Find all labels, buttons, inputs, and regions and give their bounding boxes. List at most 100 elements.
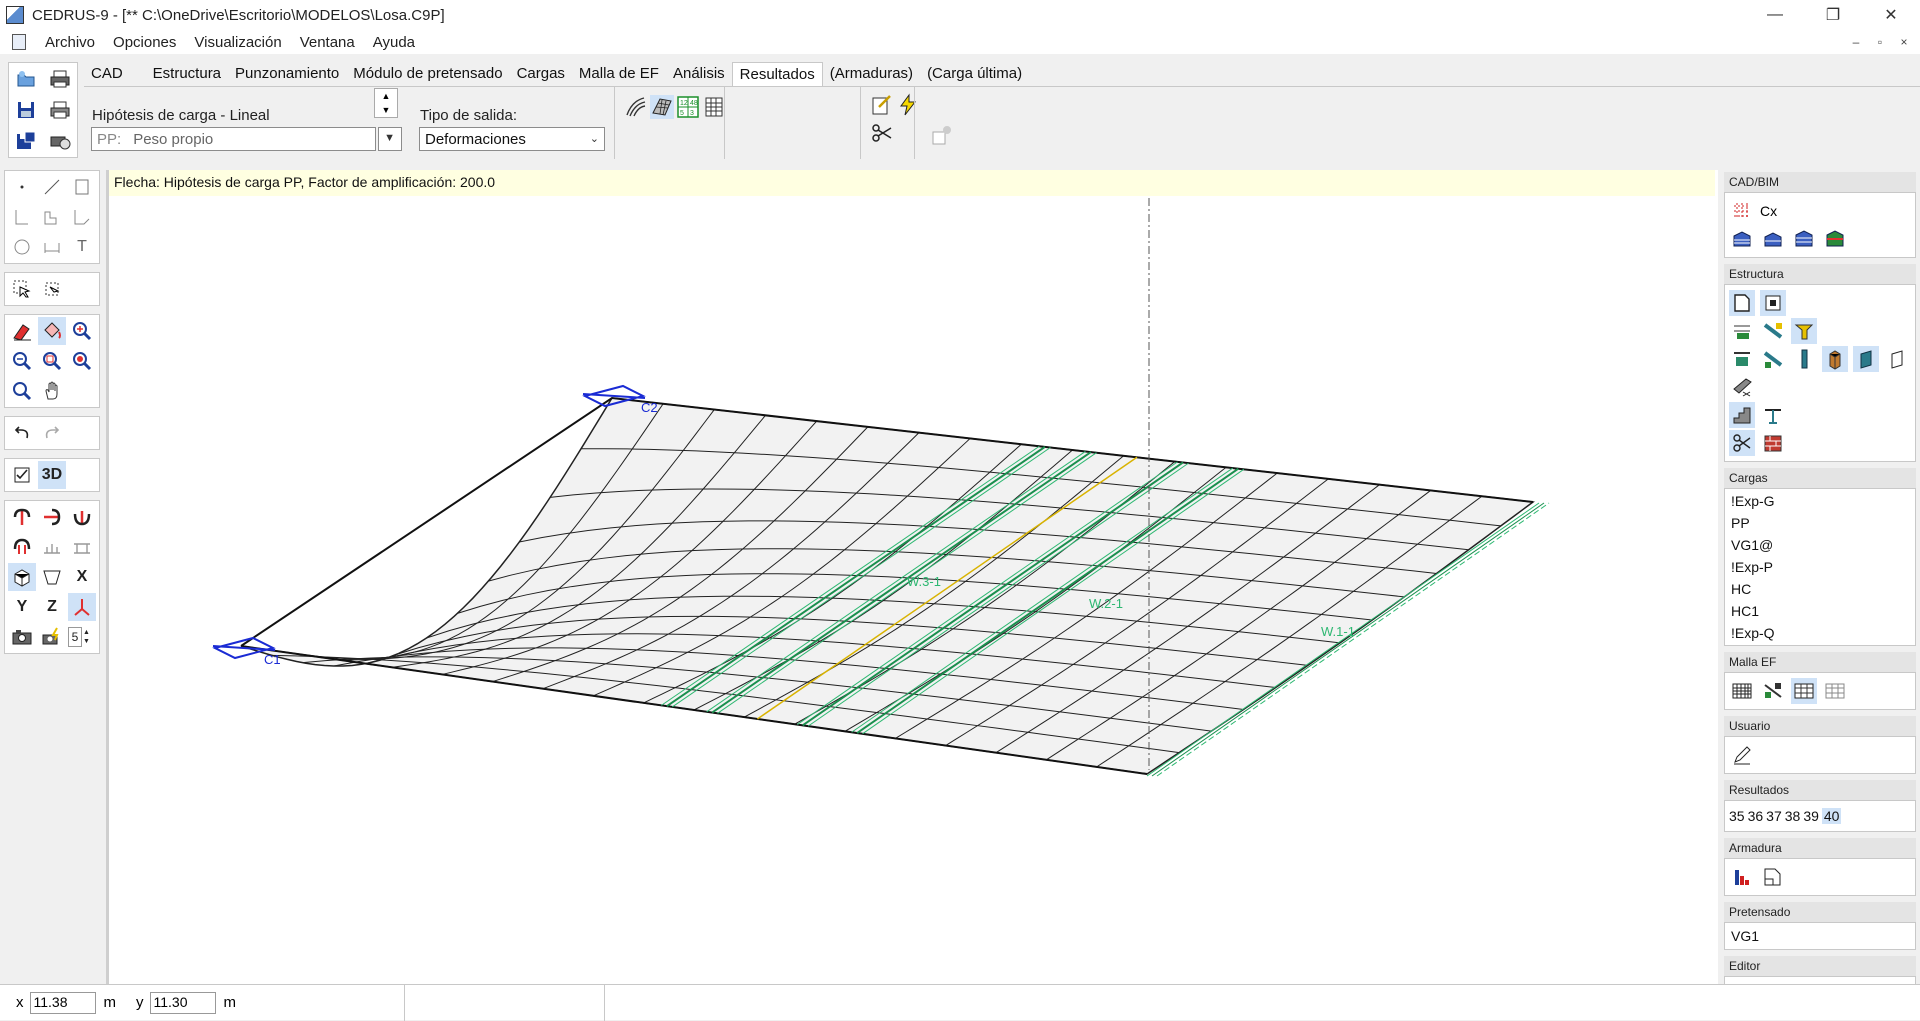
- slab-icon[interactable]: [1729, 290, 1755, 316]
- result-38[interactable]: 38: [1785, 808, 1801, 824]
- print-preview-icon[interactable]: [49, 100, 71, 120]
- load-item-vg1[interactable]: VG1@: [1729, 534, 1911, 556]
- tab-punzonamiento[interactable]: Punzonamiento: [228, 62, 346, 86]
- support-lines-icon[interactable]: [1729, 318, 1755, 344]
- redo-icon[interactable]: [38, 419, 66, 447]
- load-item-exp-q[interactable]: !Exp-Q: [1729, 622, 1911, 644]
- print-setup-icon[interactable]: [49, 131, 71, 151]
- lightning-icon[interactable]: [896, 93, 920, 117]
- circle-tool-icon[interactable]: [8, 233, 36, 261]
- view-front-icon[interactable]: [38, 533, 66, 561]
- tab-cad[interactable]: CAD: [84, 62, 130, 86]
- spin-down-icon[interactable]: ▼: [375, 103, 397, 117]
- beam-support-icon[interactable]: [1760, 346, 1786, 372]
- orbit-icon[interactable]: [8, 533, 36, 561]
- export-icon[interactable]: [930, 123, 954, 147]
- result-37[interactable]: 37: [1766, 808, 1782, 824]
- building-color-icon[interactable]: [1822, 226, 1848, 252]
- grid-axes-icon[interactable]: [1729, 198, 1755, 224]
- wall-icon[interactable]: [1853, 346, 1879, 372]
- pan-hand-icon[interactable]: [38, 377, 66, 405]
- cut-icon[interactable]: [1729, 430, 1755, 456]
- result-39[interactable]: 39: [1803, 808, 1819, 824]
- stair-icon[interactable]: [1729, 402, 1755, 428]
- tab-resultados[interactable]: Resultados: [731, 62, 823, 86]
- y-coordinate-field[interactable]: 11.30: [149, 991, 216, 1014]
- slab-edge-icon[interactable]: [1729, 374, 1755, 400]
- polyline-tool-icon[interactable]: [8, 203, 36, 231]
- zoom-previous-icon[interactable]: [8, 377, 36, 405]
- result-40[interactable]: 40: [1821, 808, 1842, 824]
- spin-up-icon[interactable]: ▲: [375, 89, 397, 103]
- select-arrow-icon[interactable]: [8, 275, 36, 303]
- opening-icon[interactable]: [1760, 290, 1786, 316]
- zoom-extents-icon[interactable]: [68, 347, 96, 375]
- point-tool-icon[interactable]: [8, 173, 36, 201]
- deformed-mesh-icon[interactable]: [650, 95, 674, 119]
- building-blue-icon[interactable]: [1729, 226, 1755, 252]
- axes-icon[interactable]: [68, 593, 96, 621]
- reinforcement-slab-icon[interactable]: [1760, 864, 1786, 890]
- camera-light-icon[interactable]: [38, 623, 66, 651]
- numeric-values-icon[interactable]: 12 48 5 3: [676, 95, 700, 119]
- menu-visualizacion[interactable]: Visualización: [185, 34, 290, 51]
- select-window-icon[interactable]: [38, 275, 66, 303]
- tab-modulo-pretensado[interactable]: Módulo de pretensado: [346, 62, 509, 86]
- view-3d-button[interactable]: 3D: [38, 461, 66, 489]
- reinforcement-chart-icon[interactable]: [1729, 864, 1755, 890]
- restore-button[interactable]: ❐: [1804, 0, 1862, 30]
- building-slab-icon[interactable]: [1760, 226, 1786, 252]
- result-36[interactable]: 36: [1748, 808, 1764, 824]
- menu-ventana[interactable]: Ventana: [291, 34, 364, 51]
- tab-estructura[interactable]: Estructura: [146, 62, 228, 86]
- undo-icon[interactable]: [8, 419, 36, 447]
- rotate-x-icon[interactable]: [8, 503, 36, 531]
- menu-archivo[interactable]: Archivo: [36, 34, 104, 51]
- open-icon[interactable]: [15, 69, 37, 89]
- spin-arrows-icon[interactable]: ▲ ▼: [83, 628, 90, 646]
- brick-wall-icon[interactable]: [1760, 430, 1786, 456]
- tab-armaduras[interactable]: (Armaduras): [823, 62, 920, 86]
- tendon-vg1[interactable]: VG1: [1729, 925, 1911, 947]
- table-icon[interactable]: [702, 95, 726, 119]
- text-tool-icon[interactable]: T: [68, 233, 96, 261]
- zoom-in-icon[interactable]: [68, 317, 96, 345]
- column-head-icon[interactable]: [1791, 318, 1817, 344]
- mesh-generate-icon[interactable]: [1729, 678, 1755, 704]
- load-item-exp-g[interactable]: !Exp-G: [1729, 490, 1911, 512]
- camera-icon[interactable]: [8, 623, 36, 651]
- tab-carga-ultima[interactable]: (Carga última): [920, 62, 1029, 86]
- zoom-out-icon[interactable]: [8, 347, 36, 375]
- dimension-tool-icon[interactable]: [38, 233, 66, 261]
- rotate-z-icon[interactable]: [68, 503, 96, 531]
- tab-analisis[interactable]: Análisis: [666, 62, 732, 86]
- scissors-icon[interactable]: [870, 121, 894, 145]
- menu-ayuda[interactable]: Ayuda: [364, 34, 424, 51]
- x-coordinate-field[interactable]: 11.38: [29, 991, 96, 1014]
- light-intensity-stepper[interactable]: 5 ▲ ▼: [68, 623, 96, 651]
- paint-bucket-icon[interactable]: [38, 317, 66, 345]
- building-floors-icon[interactable]: [1791, 226, 1817, 252]
- axis-x-button[interactable]: X: [68, 563, 96, 591]
- save-icon[interactable]: [15, 100, 37, 120]
- tab-malla-ef[interactable]: Malla de EF: [572, 62, 666, 86]
- view-perspective-icon[interactable]: [38, 563, 66, 591]
- wall-outline-icon[interactable]: [1884, 346, 1910, 372]
- close-button[interactable]: ✕: [1862, 0, 1920, 30]
- beam-icon[interactable]: [1760, 318, 1786, 344]
- wall-support-icon[interactable]: [1729, 346, 1755, 372]
- model-canvas[interactable]: C2 C1 W.3-1 W.2-1 W.1-1 Flecha: Hipótesis de…: [106, 170, 1718, 984]
- rotate-y-icon[interactable]: [38, 503, 66, 531]
- pencil-icon[interactable]: [1729, 742, 1755, 768]
- axis-y-button[interactable]: Y: [8, 593, 36, 621]
- punching-icon[interactable]: [1760, 402, 1786, 428]
- mdi-restore-button[interactable]: ▫: [1870, 33, 1890, 51]
- column-icon[interactable]: [1791, 346, 1817, 372]
- result-35[interactable]: 35: [1729, 808, 1745, 824]
- load-hypothesis-spinner[interactable]: ▲ ▼: [374, 88, 398, 118]
- mesh-grid-icon[interactable]: [1822, 678, 1848, 704]
- menu-opciones[interactable]: Opciones: [104, 34, 185, 51]
- mesh-view-icon[interactable]: [1791, 678, 1817, 704]
- checklist-icon[interactable]: [8, 461, 36, 489]
- load-item-hc[interactable]: HC: [1729, 578, 1911, 600]
